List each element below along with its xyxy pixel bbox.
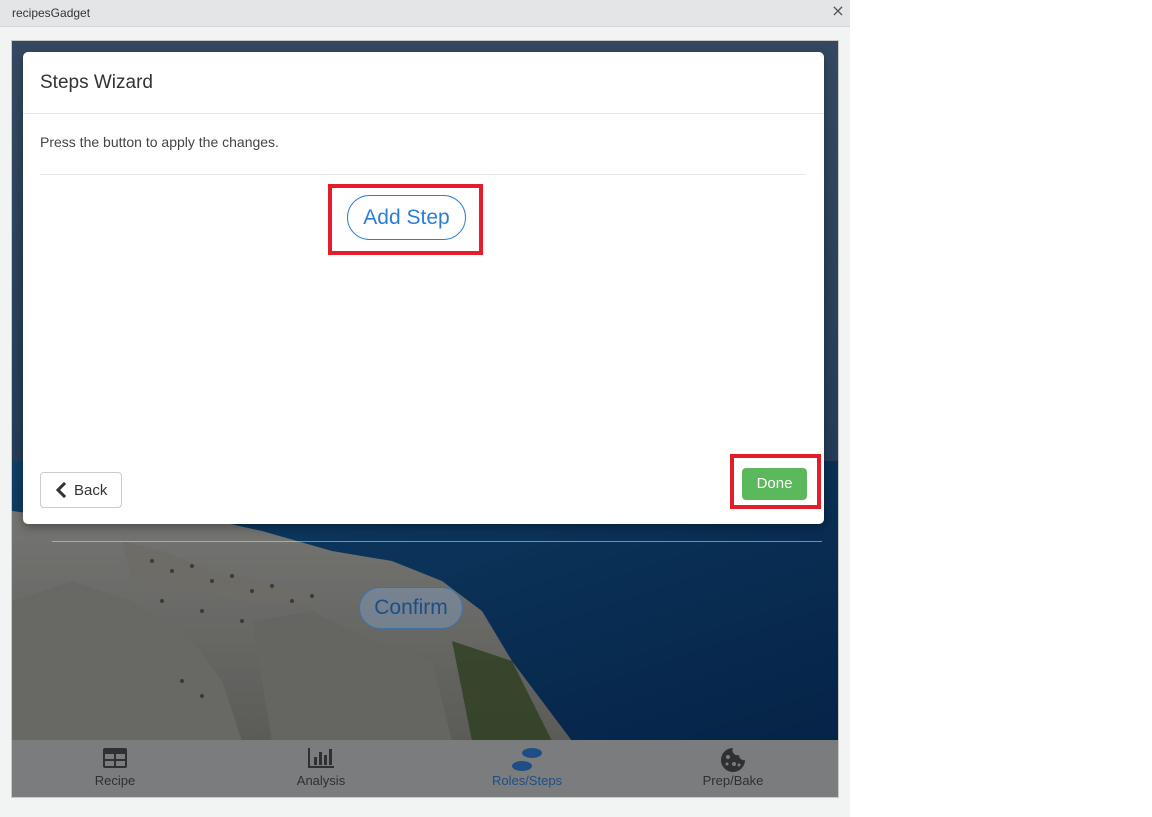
- tab-recipe[interactable]: Recipe: [12, 740, 218, 797]
- back-button-label: Back: [74, 482, 108, 499]
- modal-title: Steps Wizard: [40, 72, 153, 93]
- tab-prep-bake[interactable]: Prep/Bake: [630, 740, 836, 797]
- gadget-window: recipesGadget × Confirm Recipe Analysis …: [0, 0, 850, 817]
- background-divider: [52, 541, 822, 542]
- bar-chart-icon: [307, 747, 335, 774]
- tab-roles-steps[interactable]: Roles/Steps: [424, 740, 630, 797]
- tab-roles-steps-label: Roles/Steps: [491, 773, 563, 788]
- steps-wizard-modal: Steps Wizard Press the button to apply t…: [23, 52, 824, 524]
- modal-header: Steps Wizard: [23, 52, 824, 114]
- tab-analysis[interactable]: Analysis: [218, 740, 424, 797]
- modal-divider: [40, 174, 806, 175]
- tab-prep-bake-label: Prep/Bake: [702, 773, 764, 788]
- close-icon[interactable]: ×: [830, 3, 846, 19]
- bottom-tab-bar: Recipe Analysis Roles/Steps Prep/Bake: [12, 740, 838, 797]
- add-step-highlight: [328, 184, 483, 255]
- table-icon: [102, 747, 128, 774]
- window-titlebar: recipesGadget ×: [0, 0, 850, 27]
- done-highlight: [730, 454, 821, 509]
- confirm-button: Confirm: [359, 587, 463, 629]
- chevron-left-icon: [55, 481, 67, 502]
- back-button[interactable]: Back: [40, 472, 122, 508]
- window-title: recipesGadget: [12, 6, 91, 20]
- tab-analysis-label: Analysis: [296, 773, 346, 788]
- modal-instruction: Press the button to apply the changes.: [40, 134, 279, 150]
- tab-recipe-label: Recipe: [94, 773, 136, 788]
